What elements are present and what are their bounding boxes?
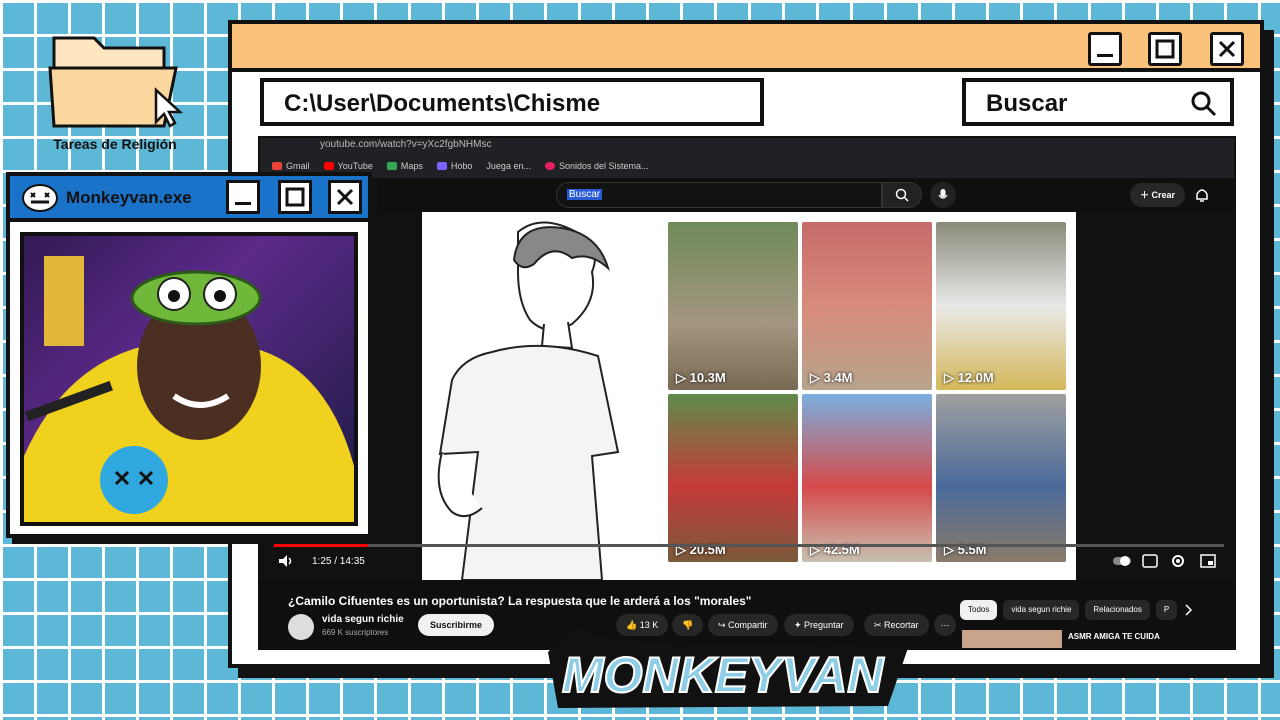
gmail-icon (272, 162, 282, 170)
thumbnail-3: ▷ 12.0M (936, 222, 1066, 390)
thumbnail-6: ▷ 5.5M (936, 394, 1066, 562)
mic-button[interactable] (930, 182, 956, 208)
bookmarks-bar: Gmail YouTube Maps Hobo Juega en... Soni… (260, 154, 1234, 178)
address-bar[interactable]: C:\User\Documents\Chisme (260, 78, 764, 126)
logo-text: MONKEYVAN (562, 647, 884, 703)
youtube-icon (323, 162, 334, 170)
bookmark-juega[interactable]: Juega en... (486, 161, 531, 171)
subscribe-button[interactable]: Suscribirme (418, 614, 495, 636)
main-titlebar (232, 24, 1260, 72)
browser-url[interactable]: youtube.com/watch?v=yXc2fgbNHMsc (260, 138, 1234, 154)
create-button[interactable]: ＋ Crear (1130, 183, 1186, 207)
progress-bar[interactable] (274, 544, 1224, 547)
folder-graphic (48, 36, 184, 128)
sound-icon (544, 162, 555, 170)
close-button[interactable] (1210, 32, 1244, 66)
chip-more[interactable]: P (1155, 600, 1178, 620)
cam-title: Monkeyvan.exe (66, 188, 192, 207)
youtube-search-button[interactable] (882, 182, 922, 208)
bookmark-sonidos[interactable]: Sonidos del Sistema... (544, 161, 649, 171)
chevron-right-icon[interactable] (1183, 600, 1195, 620)
mic-icon (938, 189, 948, 199)
thumbnail-5: ▷ 42.5M (802, 394, 932, 562)
close-icon (1218, 40, 1236, 58)
chip-channel[interactable]: vida segun richie (1003, 600, 1080, 620)
channel-avatar[interactable] (288, 614, 314, 640)
search-label: Buscar (986, 90, 1068, 117)
youtube-header: Buscar ＋ Crear (260, 178, 1234, 212)
video-frame: ▷ 10.3M ▷ 3.4M ▷ 12.0M ▷ 20.5M ▷ 42.5M ▷… (422, 212, 1076, 580)
more-button[interactable]: ⋯ (934, 614, 956, 636)
views-label: ▷ 3.4M (810, 370, 853, 385)
recommendation-chips: Todos vida segun richie Relacionados P (960, 600, 1195, 620)
chip-related[interactable]: Relacionados (1085, 600, 1150, 620)
thumbnail-1: ▷ 10.3M (668, 222, 798, 390)
cam-maximize-button[interactable] (278, 180, 312, 214)
folder-icon[interactable]: Tareas de Religión (40, 30, 190, 160)
views-label: ▷ 10.3M (676, 370, 726, 385)
minimize-icon (1097, 54, 1113, 57)
search-field[interactable]: Buscar (962, 78, 1234, 126)
cam-window: Monkeyvan.exe (6, 172, 372, 538)
cam-titlebar: Monkeyvan.exe (10, 176, 368, 222)
maximize-button[interactable] (1148, 32, 1182, 66)
sketch-character (437, 221, 620, 580)
search-icon (895, 188, 909, 202)
bookmark-youtube[interactable]: YouTube (323, 161, 373, 171)
minimize-button[interactable] (1088, 32, 1122, 66)
more-icon: ⋯ (940, 620, 950, 630)
youtube-search-input[interactable]: Buscar (556, 182, 882, 208)
hobo-icon (436, 162, 447, 170)
video-player[interactable]: ▷ 10.3M ▷ 3.4M ▷ 12.0M ▷ 20.5M ▷ 42.5M ▷… (260, 212, 1234, 580)
bookmark-hobo[interactable]: Hobo (436, 161, 472, 171)
miniplayer-icon[interactable] (1200, 554, 1216, 568)
recommendation-title[interactable]: ASMR AMIGA TE CUIDA (1068, 632, 1160, 641)
autoplay-toggle[interactable] (1112, 554, 1132, 568)
views-label: ▷ 12.0M (944, 370, 994, 385)
cam-close-button[interactable] (328, 180, 362, 214)
minimize-icon (235, 202, 251, 205)
folder-label: Tareas de Religión (53, 136, 177, 152)
recommendation-thumbnail[interactable] (962, 630, 1062, 648)
bookmark-gmail[interactable]: Gmail (272, 161, 310, 171)
close-icon (336, 188, 354, 206)
thumbnail-2: ▷ 3.4M (802, 222, 932, 390)
maps-icon (386, 162, 397, 170)
volume-icon[interactable] (278, 554, 294, 568)
search-icon[interactable] (1190, 90, 1218, 118)
bell-icon[interactable] (1194, 186, 1210, 204)
monkeyvan-logo: MONKEYVAN (538, 618, 918, 714)
webcam-feed (20, 232, 358, 526)
subscriber-count: 669 K suscriptores (322, 628, 389, 637)
maximize-icon (285, 187, 305, 207)
time-display: 1:25 / 14:35 (312, 556, 365, 567)
thumbnail-4: ▷ 20.5M (668, 394, 798, 562)
subtitles-icon[interactable] (1142, 554, 1158, 568)
progress-fill (274, 544, 369, 547)
streamer-figure (24, 256, 354, 522)
channel-name[interactable]: vida segun richie (322, 614, 404, 625)
main-toolbar: C:\User\Documents\Chisme Buscar (232, 72, 1260, 132)
thumbnail-grid: ▷ 10.3M ▷ 3.4M ▷ 12.0M ▷ 20.5M ▷ 42.5M ▷… (668, 222, 1066, 562)
main-window: C:\User\Documents\Chisme Buscar youtube.… (228, 20, 1264, 668)
settings-icon[interactable] (1170, 553, 1186, 569)
monkey-icon (22, 184, 58, 212)
chip-all[interactable]: Todos (960, 600, 998, 620)
cam-minimize-button[interactable] (226, 180, 260, 214)
logo-graphic: MONKEYVAN (548, 626, 908, 708)
youtube-screen: youtube.com/watch?v=yXc2fgbNHMsc Gmail Y… (258, 136, 1236, 650)
bookmark-maps[interactable]: Maps (386, 161, 423, 171)
maximize-icon (1155, 39, 1175, 59)
video-title[interactable]: ¿Camilo Cifuentes es un oportunista? La … (288, 594, 752, 608)
